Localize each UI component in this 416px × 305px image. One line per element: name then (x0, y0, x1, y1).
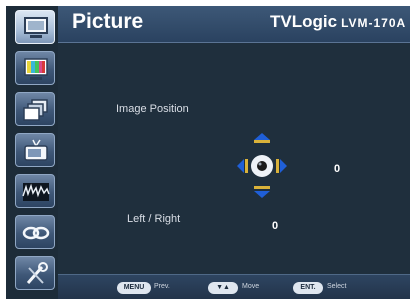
move-key-badge: ▼▲ (208, 282, 238, 294)
sidebar-item-tools[interactable] (15, 256, 55, 290)
sidebar-item-picture[interactable] (15, 10, 55, 44)
model-name: LVM-170A (341, 16, 407, 30)
move-hint-label: Move (242, 283, 260, 290)
sidebar (12, 6, 58, 299)
left-arrow-icon[interactable] (237, 159, 248, 173)
image-position-label: Image Position (116, 103, 189, 115)
position-value: 0 (334, 163, 341, 175)
main-panel: Image Position 0 Left / Right 0 (58, 43, 410, 274)
page-title: Picture (72, 10, 144, 33)
link-icon (22, 226, 50, 240)
brand-logo: TVLogic LVM-170A (270, 12, 406, 32)
brand-name: TVLogic (270, 12, 338, 31)
menu-key-badge: MENU (117, 282, 151, 294)
ent-key-badge: ENT. (293, 282, 323, 294)
down-arrow-icon[interactable] (254, 186, 270, 198)
layers-icon (23, 99, 48, 121)
sidebar-item-layers[interactable] (15, 92, 55, 126)
sidebar-item-input[interactable] (15, 133, 55, 167)
position-dpad[interactable] (234, 131, 290, 203)
waveform-icon (22, 183, 50, 201)
osd-window: Picture TVLogicLVM-170A Image Position (6, 6, 410, 299)
right-arrow-icon[interactable] (276, 159, 287, 173)
left-right-value: 0 (272, 220, 279, 232)
center-knob-icon (251, 155, 273, 177)
menu-hint-label: Prev. (154, 283, 170, 290)
header: Picture TVLogic LVM-170A (58, 6, 410, 43)
left-right-label: Left / Right (127, 213, 181, 225)
monitor-icon (24, 17, 48, 38)
sidebar-item-color[interactable] (15, 51, 55, 85)
tv-icon (24, 139, 48, 161)
footer-hints: MENU Prev. ▼▲ Move ENT. Select (58, 274, 410, 299)
up-arrow-icon[interactable] (254, 133, 270, 143)
tools-icon (26, 262, 48, 284)
sidebar-item-link[interactable] (15, 215, 55, 249)
color-bars-icon (24, 58, 48, 80)
sidebar-item-waveform[interactable] (15, 174, 55, 208)
select-hint-label: Select (327, 283, 347, 290)
